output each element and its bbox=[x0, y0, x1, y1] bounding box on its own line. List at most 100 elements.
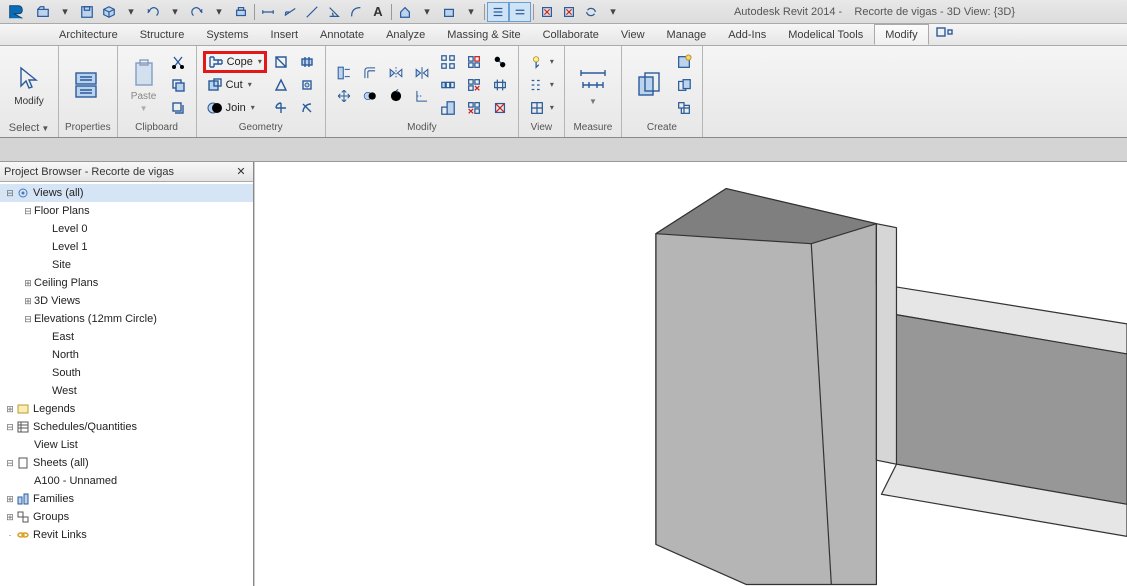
qat-line-icon[interactable] bbox=[301, 2, 323, 22]
tree-node[interactable]: ·Level 1 bbox=[0, 238, 253, 256]
tree-node[interactable]: ⊞Groups bbox=[0, 508, 253, 526]
copy-small-button[interactable] bbox=[166, 74, 190, 96]
tab-manage[interactable]: Manage bbox=[656, 24, 718, 45]
tree-node[interactable]: ·South bbox=[0, 364, 253, 382]
trim-icon[interactable] bbox=[410, 85, 434, 107]
tree-node[interactable]: ·West bbox=[0, 382, 253, 400]
qat-dim-icon[interactable] bbox=[279, 2, 301, 22]
tree-node[interactable]: ⊟Views (all) bbox=[0, 184, 253, 202]
expand-icon[interactable]: ⊞ bbox=[4, 490, 16, 508]
close-icon[interactable]: ✕ bbox=[233, 165, 249, 178]
tree-node[interactable]: ⊟Sheets (all) bbox=[0, 454, 253, 472]
panel-select-title[interactable]: Select▼ bbox=[6, 121, 52, 137]
tree-node[interactable]: ⊞Legends bbox=[0, 400, 253, 418]
qat-box-icon[interactable] bbox=[438, 2, 460, 22]
cope-button[interactable]: Cope▾ bbox=[203, 51, 267, 73]
collapse-icon[interactable]: ⊟ bbox=[4, 418, 16, 436]
join-button[interactable]: Join▾ bbox=[203, 97, 267, 119]
move-icon[interactable] bbox=[332, 85, 356, 107]
geom-tool-2-icon[interactable] bbox=[269, 74, 293, 96]
cut-small-button[interactable] bbox=[166, 51, 190, 73]
measure-button[interactable]: ▼ bbox=[571, 50, 615, 120]
qat-undo-icon[interactable] bbox=[142, 2, 164, 22]
tab-structure[interactable]: Structure bbox=[129, 24, 196, 45]
cut-geom-button[interactable]: Cut▾ bbox=[203, 74, 267, 96]
offset-icon[interactable] bbox=[358, 62, 382, 84]
geom-tool-1-icon[interactable] bbox=[269, 51, 293, 73]
geom-tool-5-icon[interactable] bbox=[295, 74, 319, 96]
tree-node[interactable]: ·A100 - Unnamed bbox=[0, 472, 253, 490]
qat-dropdown-3-icon[interactable]: ▾ bbox=[164, 2, 186, 22]
collapse-icon[interactable]: ⊟ bbox=[22, 202, 34, 220]
viewport-3d[interactable] bbox=[254, 162, 1127, 586]
unpin-icon[interactable] bbox=[462, 74, 486, 96]
qat-open-icon[interactable] bbox=[32, 2, 54, 22]
collapse-icon[interactable]: ⊟ bbox=[4, 454, 16, 472]
array-icon[interactable] bbox=[436, 74, 460, 96]
tree-node[interactable]: ·East bbox=[0, 328, 253, 346]
mod-tool-b-icon[interactable] bbox=[488, 74, 512, 96]
tab-analyze[interactable]: Analyze bbox=[375, 24, 436, 45]
create-button[interactable] bbox=[628, 50, 670, 120]
expand-icon[interactable]: ⊞ bbox=[22, 292, 34, 310]
tab-addins[interactable]: Add-Ins bbox=[717, 24, 777, 45]
view-tool-3-icon[interactable]: ▾ bbox=[525, 97, 558, 119]
qat-house-icon[interactable] bbox=[394, 2, 416, 22]
tab-annotate[interactable]: Annotate bbox=[309, 24, 375, 45]
qat-dropdown-5-icon[interactable]: ▾ bbox=[416, 2, 438, 22]
geom-tool-3-icon[interactable] bbox=[269, 97, 293, 119]
scale-icon[interactable] bbox=[436, 97, 460, 119]
qat-dropdown-2-icon[interactable]: ▾ bbox=[120, 2, 142, 22]
tree-node[interactable]: ⊟Floor Plans bbox=[0, 202, 253, 220]
collapse-icon[interactable]: ⊟ bbox=[4, 184, 16, 202]
tree-node[interactable]: ·View List bbox=[0, 436, 253, 454]
tab-modelical[interactable]: Modelical Tools bbox=[777, 24, 874, 45]
tab-insert[interactable]: Insert bbox=[260, 24, 310, 45]
qat-align-icon[interactable] bbox=[487, 2, 509, 22]
qat-print-icon[interactable] bbox=[230, 2, 252, 22]
tree-node[interactable]: ⊞3D Views bbox=[0, 292, 253, 310]
expand-icon[interactable]: ⊞ bbox=[4, 400, 16, 418]
modify-button[interactable]: Modify bbox=[6, 50, 52, 120]
mod-tool-c-icon[interactable] bbox=[488, 97, 512, 119]
mirror-draw-icon[interactable] bbox=[410, 62, 434, 84]
create-tool-1-icon[interactable] bbox=[672, 51, 696, 73]
tab-collaborate[interactable]: Collaborate bbox=[532, 24, 610, 45]
create-tool-3-icon[interactable] bbox=[672, 97, 696, 119]
tab-modify[interactable]: Modify bbox=[874, 24, 928, 45]
delete-icon[interactable] bbox=[462, 97, 486, 119]
qat-dropdown-6-icon[interactable]: ▾ bbox=[460, 2, 482, 22]
rotate-icon[interactable] bbox=[384, 85, 408, 107]
revit-logo-icon[interactable] bbox=[2, 2, 30, 22]
qat-cube-icon[interactable] bbox=[98, 2, 120, 22]
qat-dropdown-7-icon[interactable]: ▾ bbox=[602, 2, 624, 22]
split-icon[interactable] bbox=[436, 51, 460, 73]
tree-node[interactable]: ·Site bbox=[0, 256, 253, 274]
qat-angle-icon[interactable] bbox=[323, 2, 345, 22]
expand-icon[interactable]: ⊞ bbox=[22, 274, 34, 292]
tab-architecture[interactable]: Architecture bbox=[48, 24, 129, 45]
qat-arc-icon[interactable] bbox=[345, 2, 367, 22]
pin-icon[interactable] bbox=[462, 51, 486, 73]
mirror-pick-icon[interactable] bbox=[384, 62, 408, 84]
properties-button[interactable] bbox=[65, 50, 107, 120]
view-tool-2-icon[interactable]: ▾ bbox=[525, 74, 558, 96]
copy-icon[interactable] bbox=[358, 85, 382, 107]
qat-rx-icon[interactable] bbox=[536, 2, 558, 22]
qat-eq-icon[interactable] bbox=[509, 2, 531, 22]
geom-tool-4-icon[interactable] bbox=[295, 51, 319, 73]
qat-dropdown-4-icon[interactable]: ▾ bbox=[208, 2, 230, 22]
match-small-button[interactable] bbox=[166, 97, 190, 119]
tree-node[interactable]: ·North bbox=[0, 346, 253, 364]
qat-sync-icon[interactable] bbox=[580, 2, 602, 22]
tab-view[interactable]: View bbox=[610, 24, 656, 45]
mod-tool-a-icon[interactable] bbox=[488, 51, 512, 73]
tree-node[interactable]: ⊟Elevations (12mm Circle) bbox=[0, 310, 253, 328]
qat-measure-icon[interactable] bbox=[257, 2, 279, 22]
tree-node[interactable]: ⊞Ceiling Plans bbox=[0, 274, 253, 292]
tab-massing-site[interactable]: Massing & Site bbox=[436, 24, 531, 45]
tab-extra-icon[interactable] bbox=[929, 24, 963, 45]
qat-dropdown-icon[interactable]: ▾ bbox=[54, 2, 76, 22]
align-icon[interactable] bbox=[332, 62, 356, 84]
expand-icon[interactable]: ⊞ bbox=[4, 508, 16, 526]
